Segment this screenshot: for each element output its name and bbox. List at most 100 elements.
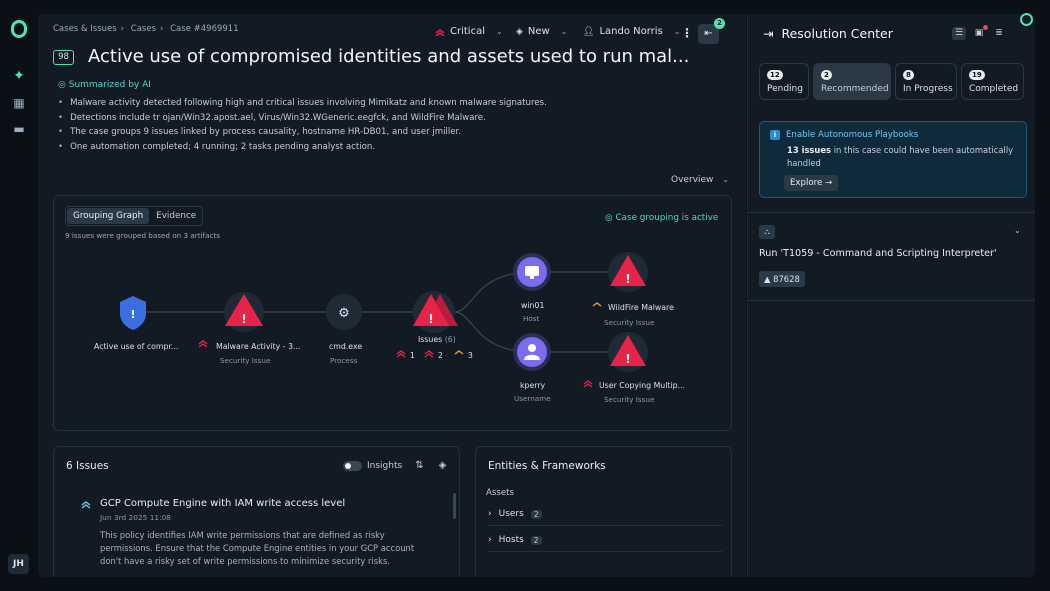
page-title: Active use of compromised identities and…: [88, 46, 690, 67]
explore-button[interactable]: Explore →: [784, 175, 839, 191]
entity-row-hosts[interactable]: › Hosts 2: [488, 535, 722, 552]
user-avatar[interactable]: JH: [8, 554, 29, 574]
status-dropdown[interactable]: ◈ New ⌄: [516, 26, 567, 37]
tab-pending[interactable]: 12 Pending: [759, 63, 809, 100]
high-chevron-icon: [424, 350, 434, 358]
node-issues-warning-icon: !: [413, 291, 458, 333]
node-host-label[interactable]: win01: [521, 301, 544, 310]
node-usercopy-label[interactable]: User Copying Multip...: [599, 381, 685, 390]
breadcrumb: Cases & Issues › Cases › Case #4969911: [53, 24, 239, 34]
node-wildfire-warning-icon: !: [608, 252, 648, 292]
issue-item-title[interactable]: GCP Compute Engine with IAM write access…: [100, 498, 345, 509]
medium-chevron-icon: [454, 350, 464, 355]
app-logo-icon[interactable]: [11, 20, 27, 38]
grid-icon[interactable]: ▦: [12, 96, 26, 110]
issues-high-count: 2: [438, 351, 443, 360]
node-user-icon: [513, 333, 551, 371]
divider: [748, 300, 1035, 301]
summary-bullet: The case groups 9 issues linked by proce…: [58, 125, 547, 140]
sparkle-icon[interactable]: ✦: [12, 69, 26, 83]
node-wildfire-type: Security Issue: [604, 318, 655, 327]
node-case-label[interactable]: Active use of compr...: [94, 342, 178, 351]
tab-recommended[interactable]: 2 Recommended: [813, 63, 891, 100]
tab-in-progress[interactable]: 8 In Progress: [895, 63, 957, 100]
assistant-icon[interactable]: [1020, 13, 1033, 26]
chevron-down-icon: ⌄: [560, 27, 568, 36]
severity-label: Critical: [450, 26, 485, 37]
sort-icon[interactable]: ⇅: [415, 460, 423, 471]
node-malware-label[interactable]: Malware Activity - 3...: [216, 342, 300, 351]
task-title[interactable]: Run 'T1059 - Command and Scripting Inter…: [759, 248, 997, 259]
playbook-icon: ⛬: [759, 225, 775, 239]
node-malware-warning-icon: !: [224, 292, 264, 332]
folder-icon[interactable]: ▬: [12, 122, 26, 136]
chevron-right-icon: ›: [488, 535, 492, 545]
user-icon: 👤︎: [583, 26, 595, 37]
critical-chevron-icon: [198, 340, 208, 348]
issues-medium-count: 3: [468, 351, 473, 360]
node-wildfire-label[interactable]: WildFire Malware: [608, 303, 674, 312]
summary-bullet: Detections include tr ojan/Win32.apost.a…: [58, 111, 547, 126]
resolution-center-title: ⇥ Resolution Center: [763, 26, 893, 41]
svg-text:!: !: [625, 272, 630, 286]
divider: [748, 212, 1035, 213]
breadcrumb-item[interactable]: Cases & Issues: [53, 24, 117, 34]
case-main-panel: Cases & Issues › Cases › Case #4969911 Cri…: [38, 14, 746, 577]
svg-text:!: !: [428, 312, 433, 326]
app-root: ✦ ▦ ▬ JH Cases & Issues › Cases › Case #49…: [0, 0, 1050, 591]
toggle-switch[interactable]: [343, 460, 362, 471]
assignee-label: Lando Norris: [599, 26, 663, 37]
critical-chevron-icon: [583, 380, 593, 388]
ai-sparkle-icon: ◎: [58, 80, 66, 90]
list-view-icon[interactable]: ☰: [952, 27, 966, 40]
assignee-dropdown[interactable]: 👤︎ Lando Norris ⌄: [583, 26, 680, 37]
node-host-type: Host: [523, 314, 540, 323]
high-severity-icon: [81, 501, 91, 509]
notes-icon[interactable]: ≣: [992, 27, 1006, 40]
graph-edges: [134, 271, 628, 353]
chevrons-up-icon: [435, 28, 445, 36]
issues-scrollbar[interactable]: [453, 493, 456, 519]
count-badge: 2: [530, 535, 542, 545]
chevron-right-icon: ›: [488, 509, 492, 519]
chevron-down-icon[interactable]: ⌄: [1014, 226, 1021, 235]
task-id-badge: ▲ 87628: [759, 271, 805, 287]
breadcrumb-item[interactable]: Cases: [131, 24, 156, 34]
node-issues-label[interactable]: Issues (6): [418, 335, 456, 344]
overview-dropdown[interactable]: Overview ⌄: [671, 175, 729, 185]
entities-panel-title: Entities & Frameworks: [488, 460, 606, 472]
ai-summary-label: ◎ Summarized by AI: [58, 80, 151, 90]
count-badge: 2: [530, 509, 542, 519]
entity-row-users[interactable]: › Users 2: [488, 509, 722, 526]
summary-bullets: Malware activity detected following high…: [58, 96, 547, 154]
issues-panel-title: 6 Issues: [66, 460, 109, 472]
node-cmd-label[interactable]: cmd.exe: [329, 342, 362, 351]
case-number-badge: 98: [53, 50, 74, 65]
node-malware-type: Security Issue: [220, 356, 271, 365]
insights-toggle[interactable]: Insights ⇅ ◈: [343, 460, 446, 471]
svg-text:!: !: [625, 352, 630, 366]
autonomous-playbooks-card: i Enable Autonomous Playbooks 13 issues …: [759, 121, 1027, 198]
view-toggle-group: ☰ ▣ ≣: [952, 27, 1006, 40]
autonomous-playbooks-heading: i Enable Autonomous Playbooks: [770, 130, 918, 140]
node-host-icon: [513, 253, 551, 291]
svg-text:!: !: [130, 308, 135, 321]
unread-dot: [983, 25, 988, 30]
left-rail: ✦ ▦ ▬ JH: [0, 0, 37, 591]
severity-dropdown[interactable]: Critical ⌄: [435, 26, 503, 37]
layers-icon[interactable]: ◈: [439, 460, 447, 471]
svg-text:⚙: ⚙: [338, 306, 350, 321]
notification-badge: 2: [714, 18, 725, 29]
node-cmd-type: Process: [330, 356, 358, 365]
status-diamond-icon: ◈: [516, 26, 523, 37]
status-label: New: [527, 26, 550, 37]
node-user-label[interactable]: kperry: [520, 381, 545, 390]
issues-panel: 6 Issues Insights ⇅ ◈ GCP Compute Engine…: [53, 446, 460, 577]
collapse-panel-icon[interactable]: ⇥: [763, 26, 773, 41]
summary-bullet: One automation completed; 4 running; 2 t…: [58, 140, 547, 155]
resolution-center-panel: ⇥ Resolution Center ☰ ▣ ≣ 12 Pending 2 R…: [747, 14, 1035, 577]
more-options-icon[interactable]: ⋮: [681, 26, 693, 40]
tab-completed[interactable]: 19 Completed: [961, 63, 1024, 100]
node-usercopy-warning-icon: !: [608, 332, 648, 372]
warning-icon: ▲: [764, 274, 771, 284]
